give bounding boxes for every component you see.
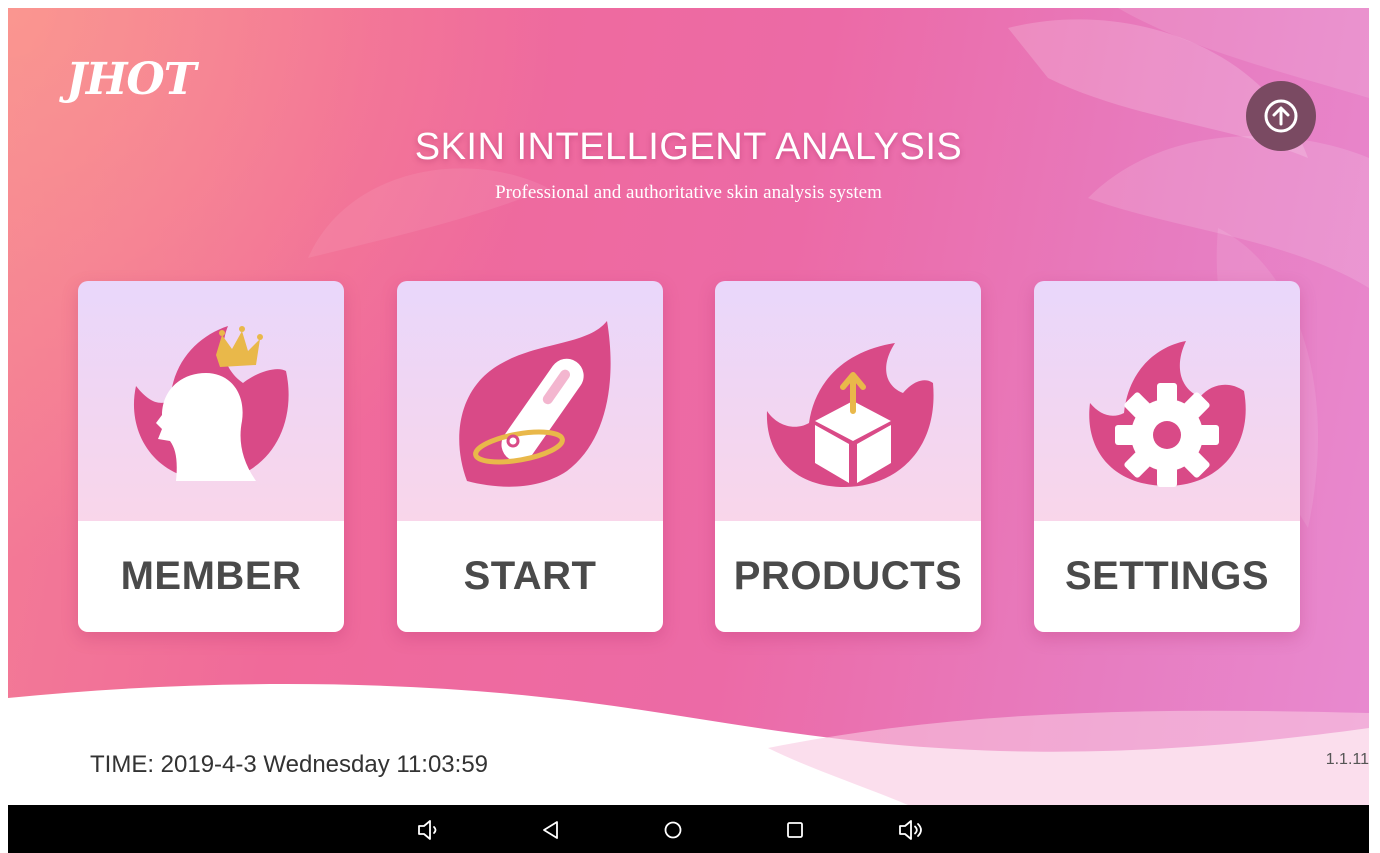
card-illustration-area [1034, 281, 1300, 521]
box-upload-icon [766, 343, 934, 487]
version-label: 1.1.11 [1325, 751, 1369, 768]
gear-icon [1089, 341, 1246, 487]
settings-label: SETTINGS [1064, 554, 1270, 598]
start-label: START [463, 554, 597, 598]
card-label-area: PRODUCTS [715, 521, 981, 632]
card-label-area: MEMBER [78, 521, 344, 632]
member-card[interactable]: MEMBER [78, 281, 344, 632]
card-illustration-area [78, 281, 344, 521]
current-time: TIME: 2019-4-3 Wednesday 11:03:59 [90, 751, 489, 778]
upload-button[interactable] [1246, 81, 1316, 151]
volume-up-icon[interactable] [898, 817, 924, 843]
woman-crown-icon [133, 326, 289, 481]
home-icon[interactable] [660, 817, 686, 843]
card-illustration-area [397, 281, 663, 521]
card-label-area: SETTINGS [1034, 521, 1300, 632]
back-icon[interactable] [538, 817, 564, 843]
android-navigation-bar [8, 805, 1369, 853]
page-subtitle: Professional and authoritative skin anal… [495, 182, 882, 203]
member-label: MEMBER [120, 554, 302, 598]
app-screen: JHOT SKIN INTELLIGENT ANALYSIS Professio… [8, 8, 1369, 805]
volume-down-icon[interactable] [416, 817, 442, 843]
page-title: SKIN INTELLIGENT ANALYSIS [414, 126, 963, 168]
card-illustration-area [715, 281, 981, 521]
settings-card[interactable]: SETTINGS [1034, 281, 1300, 632]
brand-logo: JHOT [66, 54, 196, 105]
recents-icon[interactable] [782, 817, 808, 843]
products-label: PRODUCTS [733, 554, 963, 598]
circle-arrow-up-icon [1264, 99, 1298, 133]
products-card[interactable]: PRODUCTS [715, 281, 981, 632]
start-card[interactable]: START [397, 281, 663, 632]
skin-detector-icon [459, 321, 611, 487]
card-label-area: START [397, 521, 663, 632]
